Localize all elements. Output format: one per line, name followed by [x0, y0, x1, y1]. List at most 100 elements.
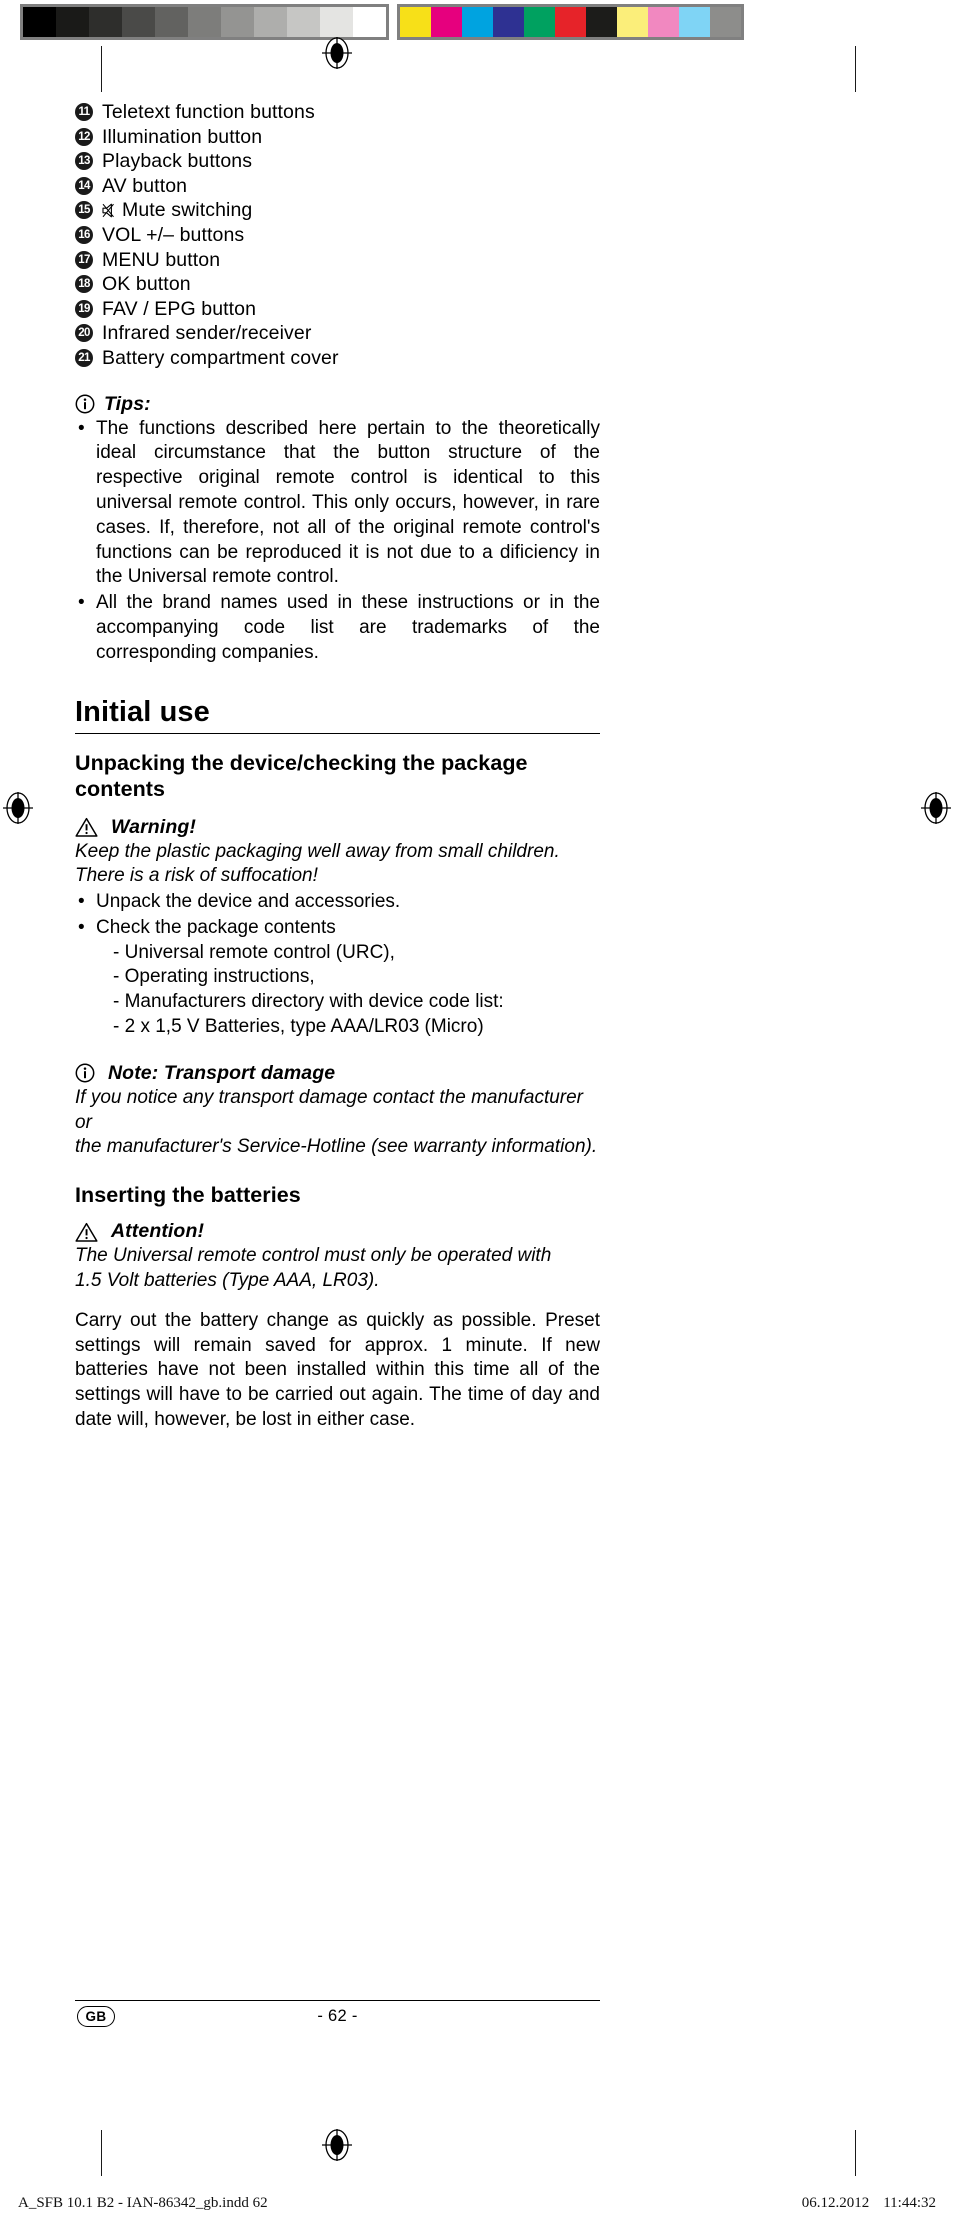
legend-item-label: Infrared sender/receiver: [102, 321, 600, 346]
calibration-swatch: [710, 7, 741, 37]
legend-item-label: Illumination button: [102, 125, 600, 150]
slug-filename: A_SFB 10.1 B2 - IAN-86342_gb.indd 62: [18, 2195, 268, 2211]
calibration-swatch: [287, 7, 320, 37]
grayscale-calibration-strip: [20, 4, 389, 40]
page-content: 11 Teletext function buttons 12 Illuminatio…: [75, 100, 600, 1433]
legend-number-badge: 11: [75, 103, 93, 121]
warning-line-2: There is a risk of suffocation!: [75, 865, 318, 887]
calibration-swatch: [462, 7, 493, 37]
page-footer: GB - 62 -: [75, 2000, 600, 2032]
calibration-swatch: [524, 7, 555, 37]
legend-number-badge: 20: [75, 324, 93, 343]
registration-mark-left: [1, 791, 35, 825]
calibration-swatch: [431, 7, 462, 37]
calibration-swatch: [617, 7, 648, 37]
legend-item: 11 Teletext function buttons: [75, 100, 600, 125]
calibration-swatch: [400, 7, 431, 37]
calibration-swatch: [493, 7, 524, 37]
legend-item: 17 MENU button: [75, 248, 600, 273]
legend-number-badge: 14: [75, 176, 93, 195]
transport-note-line-2: the manufacturer's Service-Hotline (see …: [75, 1136, 598, 1158]
legend-item-label: MENU button: [102, 248, 600, 273]
component-legend-list: 11 Teletext function buttons 12 Illuminatio…: [75, 100, 600, 371]
legend-item: 21 Battery compartment cover: [75, 346, 600, 371]
registration-mark-bottom: [320, 2128, 354, 2162]
legend-item: 18 OK button: [75, 272, 600, 297]
legend-item-text: Infrared sender/receiver: [102, 322, 312, 345]
page-title: Initial use: [75, 695, 210, 728]
package-content-item: - Manufacturers directory with device co…: [113, 991, 504, 1013]
attention-line-1: The Universal remote control must only b…: [75, 1245, 552, 1267]
crop-mark-bottom-right: [855, 2130, 856, 2176]
transport-note-heading: Note: Transport damage: [75, 1062, 600, 1085]
calibration-swatch: [23, 7, 56, 37]
info-circle-icon: [75, 394, 95, 414]
bullet-text: Check the package contents: [96, 916, 336, 938]
warning-triangle-icon: [75, 817, 98, 837]
print-calibration-bars: [20, 4, 744, 40]
legend-item-text: OK button: [102, 273, 191, 296]
legend-number-badge: 16: [75, 225, 93, 244]
legend-item-label: Teletext function buttons: [102, 100, 600, 125]
calibration-swatch: [320, 7, 353, 37]
document-page: 11 Teletext function buttons 12 Illuminatio…: [0, 0, 954, 2220]
legend-number-badge: 21: [75, 348, 93, 367]
legend-item-label: Mute switching: [102, 198, 600, 223]
legend-item-text: Playback buttons: [102, 150, 253, 173]
tips-bullet-list: • The functions described here pertain to…: [75, 417, 600, 666]
calibration-swatch: [254, 7, 287, 37]
calibration-swatch: [155, 7, 188, 37]
warning-heading: Warning!: [75, 816, 600, 839]
legend-item-text: AV button: [102, 174, 188, 197]
legend-item: 13 Playback buttons: [75, 149, 600, 174]
legend-number-badge: 17: [75, 250, 93, 269]
transport-note-line-1: If you notice any transport damage conta…: [75, 1086, 584, 1133]
legend-item-text: Illumination button: [102, 125, 263, 148]
legend-item-text: Battery compartment cover: [102, 346, 339, 369]
warning-line-1: Keep the plastic packaging well away fro…: [75, 840, 560, 862]
slug-date: 06.12.2012: [801, 2195, 870, 2211]
legend-item-label: AV button: [102, 174, 600, 199]
package-content-item: - 2 x 1,5 V Batteries, type AAA/LR03 (Mi…: [113, 1016, 484, 1038]
calibration-swatch: [221, 7, 254, 37]
legend-number-badge: 15: [75, 201, 93, 220]
mute-crossed-speaker-icon: [102, 200, 119, 218]
calibration-swatch: [679, 7, 710, 37]
tips-heading: Tips:: [75, 393, 600, 416]
page-number: - 62 -: [317, 2007, 358, 2025]
legend-item-text: FAV / EPG button: [102, 297, 257, 320]
legend-item-label: FAV / EPG button: [102, 297, 600, 322]
crop-mark-bottom-left: [101, 2130, 102, 2176]
calibration-swatch: [648, 7, 679, 37]
attention-title: Attention!: [111, 1220, 205, 1243]
legend-item-text: MENU button: [102, 248, 221, 271]
legend-item: 15 Mute switching: [75, 198, 600, 223]
tips-title: Tips:: [104, 392, 151, 415]
slug-time: 11:44:32: [883, 2195, 936, 2211]
legend-item-text: VOL +/– buttons: [102, 223, 245, 246]
section-divider: [75, 732, 600, 734]
unpacking-bullet-list: • Unpack the device and accessories. • Chec…: [75, 890, 600, 941]
bullet-text: Unpack the device and accessories.: [96, 891, 401, 913]
warning-triangle-icon: [75, 1222, 98, 1242]
bullet-text: All the brand names used in these instru…: [96, 592, 600, 663]
bullet-marker: •: [78, 891, 85, 913]
legend-number-badge: 12: [75, 127, 93, 146]
transport-note-title: Note: Transport damage: [108, 1061, 336, 1084]
bullet-item: • Unpack the device and accessories.: [75, 890, 600, 915]
legend-item-text: Teletext function buttons: [102, 101, 315, 123]
attention-line-2: 1.5 Volt batteries (Type AAA, LR03).: [75, 1270, 380, 1292]
legend-item-label: Playback buttons: [102, 149, 600, 174]
legend-item: 20 Infrared sender/receiver: [75, 321, 600, 346]
attention-heading: Attention!: [75, 1220, 600, 1243]
info-circle-icon: [75, 1063, 95, 1083]
legend-item-label: VOL +/– buttons: [102, 223, 600, 248]
legend-item-label: Battery compartment cover: [102, 346, 600, 371]
bullet-item: • Check the package contents: [75, 916, 600, 941]
legend-item: 12 Illumination button: [75, 125, 600, 150]
bullet-marker: •: [78, 592, 85, 614]
crop-mark-top-left: [101, 46, 102, 92]
calibration-swatch: [586, 7, 617, 37]
registration-mark-top: [320, 36, 354, 70]
bullet-item: • The functions described here pertain to…: [75, 417, 600, 591]
